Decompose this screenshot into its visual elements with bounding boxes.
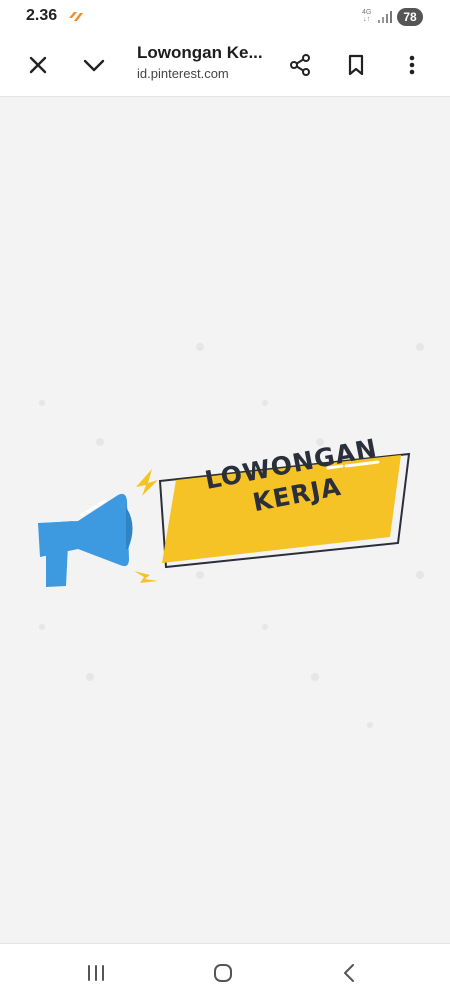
bookmark-button[interactable] bbox=[339, 48, 373, 82]
share-icon bbox=[290, 54, 310, 76]
signal-bars-icon bbox=[378, 11, 392, 23]
pin-image[interactable]: LOWONGAN KERJA bbox=[0, 97, 450, 942]
more-button[interactable] bbox=[395, 48, 429, 82]
battery-badge: 78 bbox=[397, 8, 423, 26]
spark-lines bbox=[134, 469, 158, 583]
close-button[interactable] bbox=[21, 48, 55, 82]
home-icon bbox=[214, 964, 232, 982]
screen: 2.36 4G ↓↑ 78 Lowongan Ke... id.pinteres… bbox=[0, 0, 450, 1000]
page-title-block[interactable]: Lowongan Ke... id.pinterest.com bbox=[137, 43, 267, 81]
close-icon bbox=[29, 56, 47, 74]
collapse-button[interactable] bbox=[77, 48, 111, 82]
browser-toolbar: Lowongan Ke... id.pinterest.com bbox=[0, 34, 450, 97]
page-url: id.pinterest.com bbox=[137, 66, 229, 81]
network-type: 4G ↓↑ bbox=[362, 9, 372, 23]
network-type-label: 4G bbox=[362, 9, 372, 16]
status-time: 2.36 bbox=[26, 7, 58, 24]
share-button[interactable] bbox=[283, 48, 317, 82]
recents-button[interactable] bbox=[76, 958, 116, 988]
page-title: Lowongan Ke... bbox=[137, 43, 263, 62]
megaphone-icon bbox=[38, 493, 133, 587]
system-nav-bar bbox=[0, 943, 450, 1000]
chevron-down-icon bbox=[83, 59, 105, 72]
brand-notification-icon bbox=[69, 12, 83, 21]
home-button[interactable] bbox=[203, 958, 243, 988]
recents-icon bbox=[88, 965, 104, 981]
back-icon bbox=[344, 964, 354, 982]
back-button[interactable] bbox=[329, 958, 369, 988]
more-vertical-icon bbox=[409, 55, 415, 75]
status-bar: 2.36 4G ↓↑ 78 bbox=[0, 0, 450, 34]
bookmark-icon bbox=[348, 54, 364, 76]
